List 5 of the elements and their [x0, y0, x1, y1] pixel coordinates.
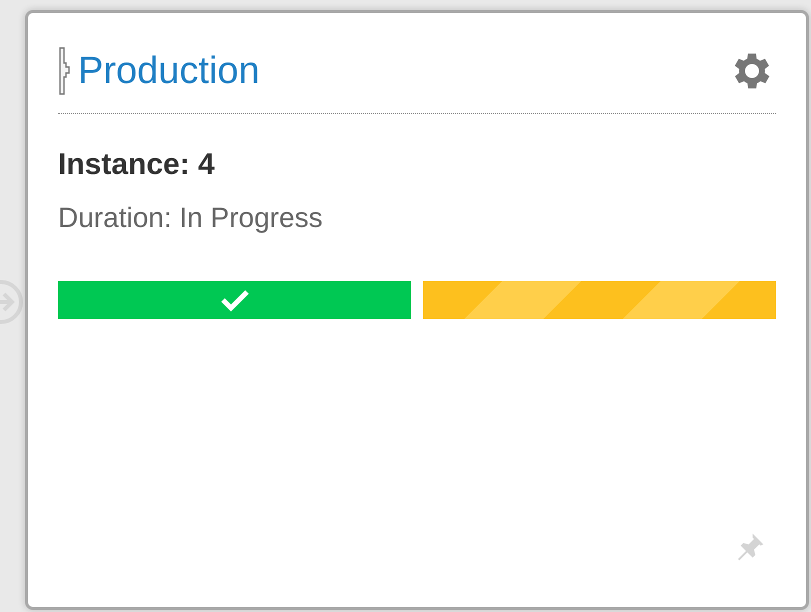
- instance-label: Instance: 4: [58, 147, 216, 183]
- card-title[interactable]: Production: [78, 52, 260, 90]
- duration-label: Duration: In Progress: [58, 201, 324, 235]
- check-icon: [220, 288, 250, 312]
- valve-icon: [58, 47, 70, 95]
